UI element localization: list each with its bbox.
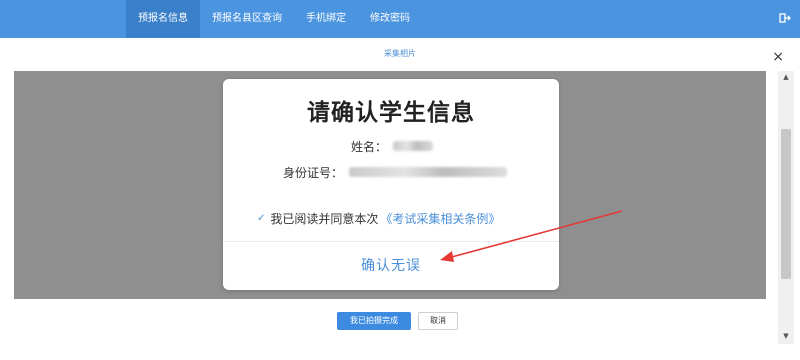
photo-done-button[interactable]: 我已拍摄完成 <box>337 312 411 330</box>
name-label: 姓名： <box>351 139 388 154</box>
id-number-value-redacted <box>349 167 508 177</box>
nav-item-pre-registration-info[interactable]: 预报名信息 <box>126 0 200 38</box>
id-number-label: 身份证号： <box>283 165 344 180</box>
nav-item-phone-binding[interactable]: 手机绑定 <box>294 0 358 38</box>
scroll-up-icon[interactable]: ▲ <box>778 71 794 83</box>
agreement-row: ✓ 我已阅读并同意本次 《考试采集相关条例》 <box>257 209 500 227</box>
student-name-row: 姓名： <box>351 137 434 155</box>
id-number-row: 身份证号： <box>283 163 508 181</box>
checkmark-icon[interactable]: ✓ <box>257 213 265 224</box>
agreement-text: 我已阅读并同意本次 <box>270 211 379 226</box>
terms-link[interactable]: 《考试采集相关条例》 <box>380 210 500 227</box>
vertical-scrollbar[interactable]: ▲ ▼ <box>778 71 794 344</box>
dialog-title: 采集相片 <box>384 49 416 58</box>
modal-title: 请确认学生信息 <box>307 100 475 126</box>
nav-item-change-password[interactable]: 修改密码 <box>358 0 422 38</box>
cancel-button[interactable]: 取消 <box>418 312 458 330</box>
nav-menu: 预报名信息 预报名县区查询 手机绑定 修改密码 <box>126 0 422 38</box>
student-name-value-redacted <box>393 141 434 151</box>
top-navigation-bar: 预报名信息 预报名县区查询 手机绑定 修改密码 <box>0 0 800 38</box>
modal-divider <box>223 241 559 242</box>
scroll-thumb[interactable] <box>781 129 791 279</box>
confirm-student-info-modal: 请确认学生信息 姓名： 身份证号： ✓ 我已阅读并同意本次 《考试采集相关条例》… <box>223 79 559 290</box>
nav-item-county-query[interactable]: 预报名县区查询 <box>200 0 294 38</box>
close-icon[interactable]: × <box>772 50 784 64</box>
confirm-button[interactable]: 确认无误 <box>223 251 559 281</box>
logout-icon[interactable] <box>778 12 792 26</box>
dialog-footer: 我已拍摄完成 取消 <box>0 308 800 338</box>
app-page: 预报名信息 预报名县区查询 手机绑定 修改密码 采集相片 × ▲ ▼ 我已拍摄完… <box>0 0 800 360</box>
